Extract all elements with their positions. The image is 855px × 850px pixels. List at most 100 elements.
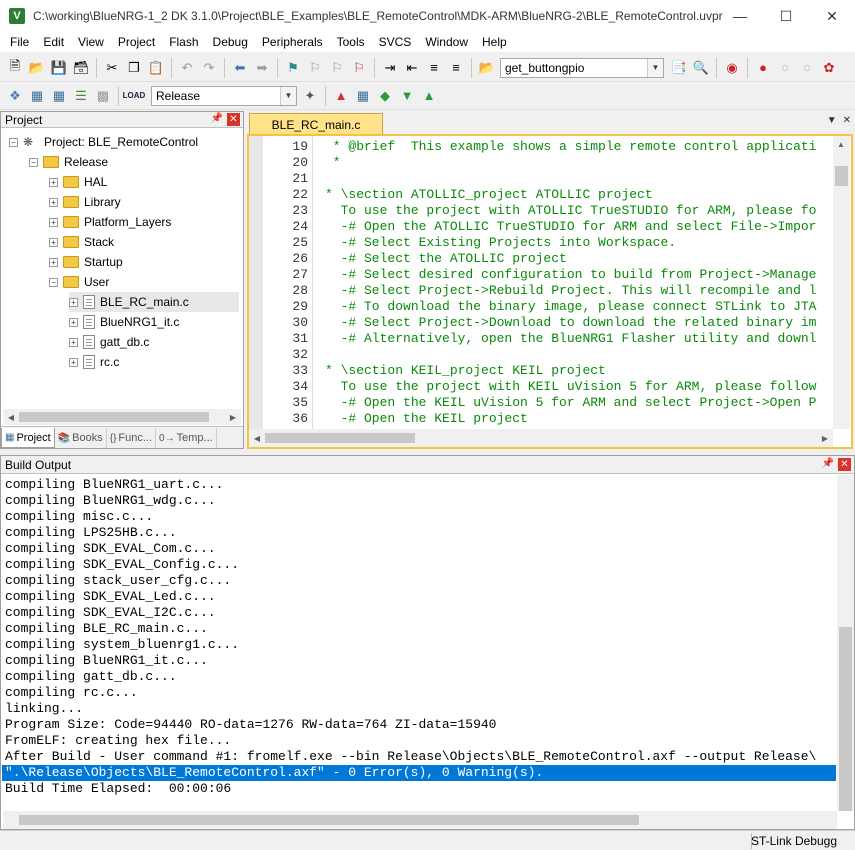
build-vscrollbar[interactable] xyxy=(837,475,854,811)
menu-window[interactable]: Window xyxy=(418,35,475,49)
expand-icon[interactable]: + xyxy=(69,337,78,347)
expand-icon[interactable]: + xyxy=(69,297,78,307)
close-panel-icon[interactable]: ✕ xyxy=(227,113,240,126)
tab-books[interactable]: 📚 Books xyxy=(55,428,107,448)
expand-icon[interactable]: + xyxy=(69,357,78,367)
open-folder-icon[interactable]: 📂 xyxy=(26,57,48,79)
redo-icon[interactable]: ↷ xyxy=(198,57,220,79)
menu-flash[interactable]: Flash xyxy=(162,35,205,49)
code-area[interactable]: * @brief This example shows a simple rem… xyxy=(315,136,831,429)
find-in-files-icon[interactable]: 📂 xyxy=(476,57,498,79)
incremental-find-icon[interactable]: 🔍 xyxy=(690,57,712,79)
expand-icon[interactable]: + xyxy=(49,197,58,207)
cut-icon[interactable]: ✂ xyxy=(101,57,123,79)
prev-bookmark-icon[interactable]: ⚐ xyxy=(304,57,326,79)
editor-hscrollbar[interactable]: ◀ ▶ xyxy=(249,429,833,447)
close-window-icon[interactable]: ✕ xyxy=(809,0,855,32)
indent-icon[interactable]: ⇥ xyxy=(379,57,401,79)
build-hscrollbar[interactable] xyxy=(3,811,837,829)
collapse-icon[interactable]: − xyxy=(29,157,38,167)
scroll-thumb[interactable] xyxy=(265,433,415,443)
tree-file-bluenrg1-it[interactable]: + BlueNRG1_it.c xyxy=(69,312,179,332)
expand-icon[interactable]: + xyxy=(69,317,78,327)
tree-file-ble-rc-main[interactable]: + BLE_RC_main.c xyxy=(69,292,239,312)
build-output-text[interactable]: compiling BlueNRG1_uart.c... compiling B… xyxy=(1,475,837,811)
close-tab-icon[interactable]: ✕ xyxy=(843,115,851,126)
download-icon[interactable]: LOAD xyxy=(123,85,146,107)
save-icon[interactable]: 💾 xyxy=(48,57,70,79)
select-software-packs-icon[interactable]: ◆ xyxy=(374,85,396,107)
scroll-thumb[interactable] xyxy=(835,166,848,186)
tree-file-rc[interactable]: + rc.c xyxy=(69,352,119,372)
minimize-icon[interactable]: — xyxy=(717,0,763,32)
find-combo[interactable]: get_buttongpio ▼ xyxy=(500,57,664,78)
close-panel-icon[interactable]: ✕ xyxy=(838,458,851,471)
tree-group-platform-layers[interactable]: + Platform_Layers xyxy=(49,212,171,232)
chevron-down-icon[interactable]: ▼ xyxy=(280,86,296,105)
chevron-down-icon[interactable]: ▼ xyxy=(647,58,663,77)
scroll-left-icon[interactable]: ◀ xyxy=(249,430,265,446)
new-file-icon[interactable]: 🗎 xyxy=(4,57,26,79)
enable-breakpoint-icon[interactable]: ○ xyxy=(774,57,796,79)
scroll-right-icon[interactable]: ▶ xyxy=(225,409,241,425)
rebuild-icon[interactable]: ▦ xyxy=(48,85,70,107)
menu-debug[interactable]: Debug xyxy=(206,35,255,49)
tree-group-stack[interactable]: + Stack xyxy=(49,232,114,252)
breakpoint-margin[interactable] xyxy=(249,136,263,429)
tree-group-user[interactable]: − User xyxy=(49,272,109,292)
uncomment-icon[interactable]: ≡ xyxy=(445,57,467,79)
tree-target[interactable]: − Release xyxy=(29,152,108,172)
target-options-icon[interactable]: ✦ xyxy=(299,85,321,107)
tab-project[interactable]: ▦ Project xyxy=(1,428,55,448)
save-all-icon[interactable]: 🗃 xyxy=(70,57,92,79)
expand-icon[interactable]: + xyxy=(49,217,58,227)
scroll-thumb[interactable] xyxy=(19,815,639,825)
target-combo[interactable]: Release ▼ xyxy=(151,85,297,106)
unindent-icon[interactable]: ⇤ xyxy=(401,57,423,79)
tree-file-gatt-db[interactable]: + gatt_db.c xyxy=(69,332,149,352)
expand-icon[interactable]: + xyxy=(49,257,58,267)
tree-group-startup[interactable]: + Startup xyxy=(49,252,123,272)
scroll-up-icon[interactable]: ▲ xyxy=(833,136,849,152)
pack-installer-icon[interactable]: ▼ xyxy=(396,85,418,107)
debug-session-icon[interactable]: ◉ xyxy=(721,57,743,79)
build-icon[interactable]: ▦ xyxy=(26,85,48,107)
project-hscrollbar[interactable]: ◀ ▶ xyxy=(3,409,241,425)
disable-breakpoints-icon[interactable]: ○ xyxy=(796,57,818,79)
menu-peripherals[interactable]: Peripherals xyxy=(255,35,330,49)
pin-icon[interactable]: 📌 xyxy=(211,113,223,124)
tree-group-hal[interactable]: + HAL xyxy=(49,172,107,192)
manage-project-items-icon[interactable]: ▲ xyxy=(330,85,352,107)
insert-breakpoint-icon[interactable]: ● xyxy=(752,57,774,79)
file-extensions-icon[interactable]: ▦ xyxy=(352,85,374,107)
undo-icon[interactable]: ↶ xyxy=(176,57,198,79)
menu-view[interactable]: View xyxy=(71,35,111,49)
editor-vscrollbar[interactable]: ▲ xyxy=(833,136,850,429)
editor-file-tab[interactable]: BLE_RC_main.c xyxy=(249,113,383,135)
maximize-icon[interactable]: ☐ xyxy=(763,0,809,32)
paste-icon[interactable]: 📋 xyxy=(145,57,167,79)
translate-icon[interactable]: ❖ xyxy=(4,85,26,107)
scroll-thumb[interactable] xyxy=(19,412,209,422)
navigate-back-icon[interactable]: ⬅ xyxy=(229,57,251,79)
pin-icon[interactable]: 📌 xyxy=(822,458,834,469)
expand-icon[interactable]: + xyxy=(49,237,58,247)
tab-functions[interactable]: {} Func... xyxy=(107,428,157,448)
expand-icon[interactable]: + xyxy=(49,177,58,187)
manage-run-time-icon[interactable]: ▲ xyxy=(418,85,440,107)
find-icon[interactable]: 📑 xyxy=(668,57,690,79)
menu-tools[interactable]: Tools xyxy=(330,35,372,49)
tab-list-icon[interactable]: ▼ xyxy=(827,115,837,126)
kill-breakpoints-icon[interactable]: ✿ xyxy=(818,57,840,79)
menu-file[interactable]: File xyxy=(3,35,36,49)
navigate-forward-icon[interactable]: ➡ xyxy=(251,57,273,79)
scroll-thumb[interactable] xyxy=(839,627,852,811)
bookmark-icon[interactable]: ⚑ xyxy=(282,57,304,79)
clear-bookmarks-icon[interactable]: ⚐ xyxy=(348,57,370,79)
tree-group-library[interactable]: + Library xyxy=(49,192,121,212)
tree-root[interactable]: − ❋ Project: BLE_RemoteControl xyxy=(9,132,198,152)
menu-help[interactable]: Help xyxy=(475,35,514,49)
scroll-right-icon[interactable]: ▶ xyxy=(817,430,833,446)
menu-project[interactable]: Project xyxy=(111,35,162,49)
menu-edit[interactable]: Edit xyxy=(36,35,71,49)
